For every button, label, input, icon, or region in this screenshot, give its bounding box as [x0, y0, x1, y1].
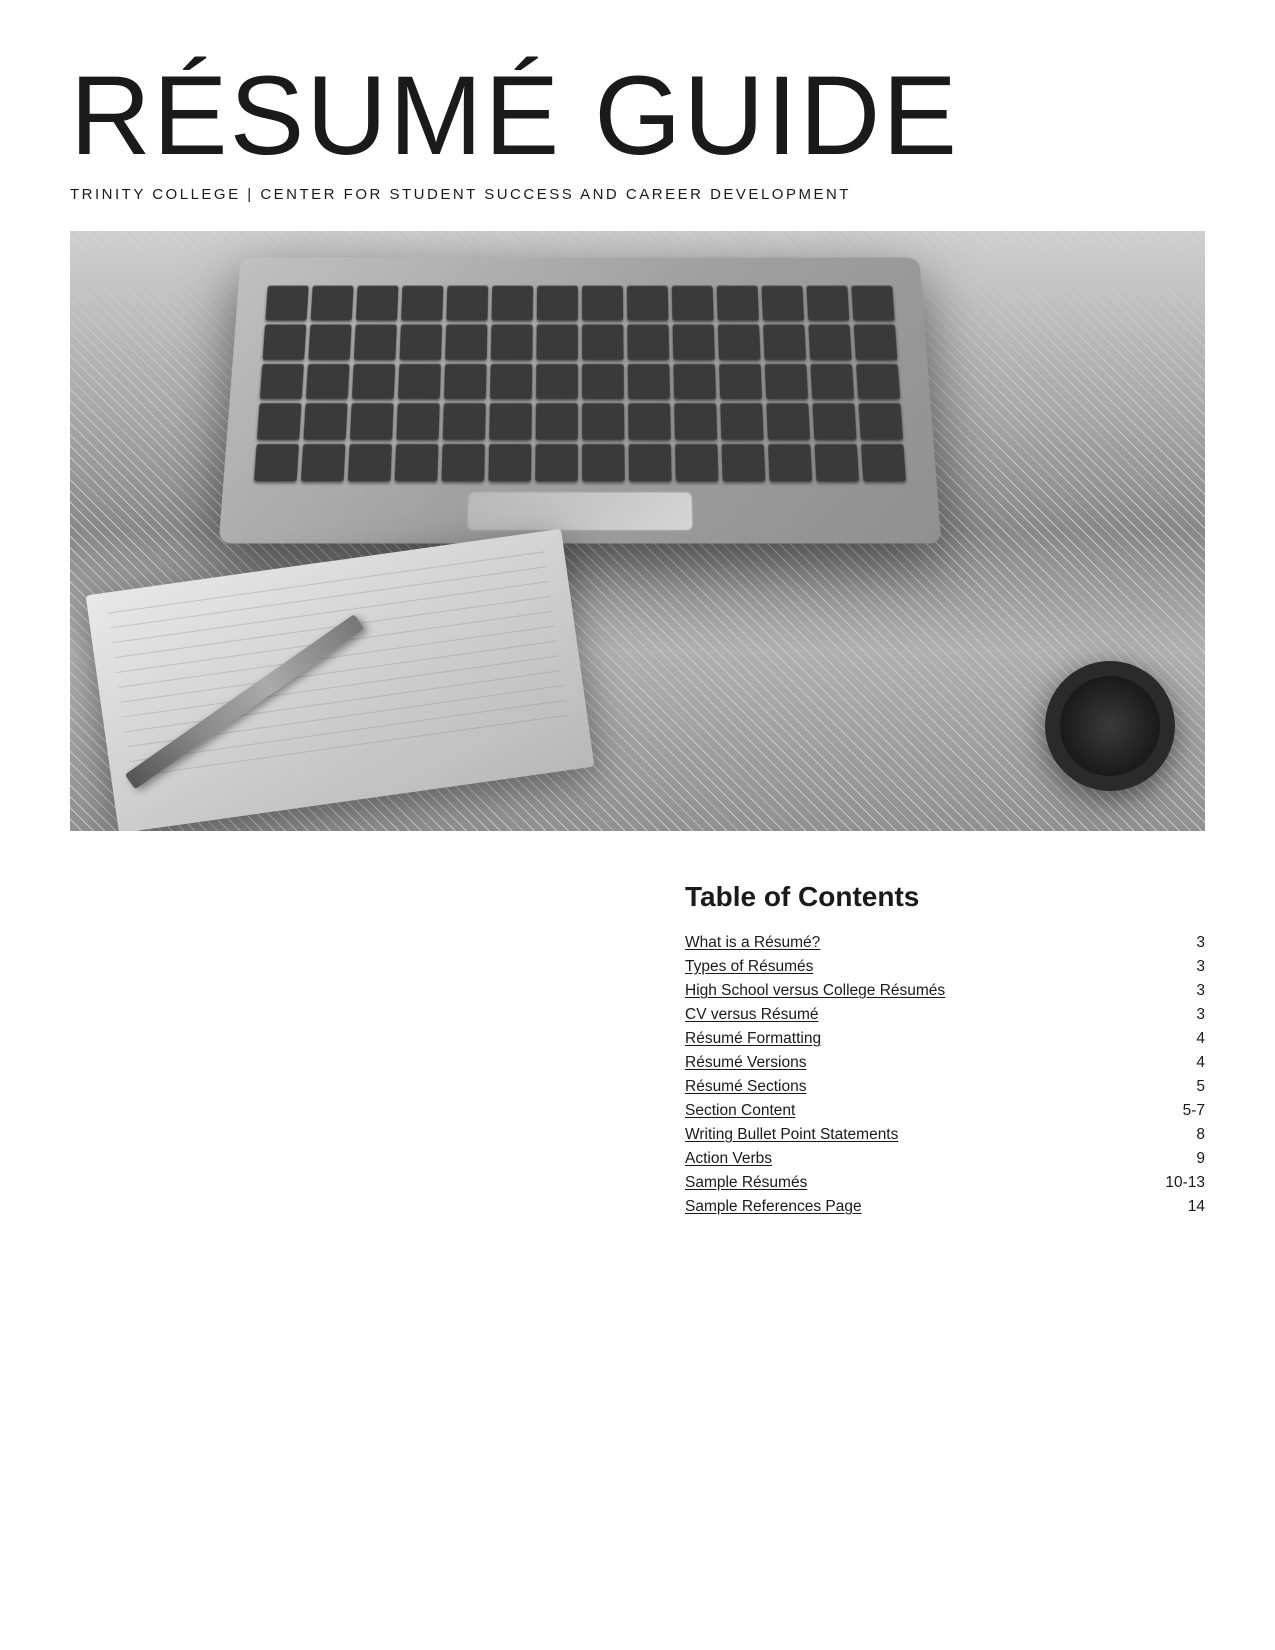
toc-page-number: 5-7: [1155, 1102, 1205, 1120]
toc-row: Types of Résumés3: [685, 955, 1205, 979]
notebook-lines: [108, 551, 572, 810]
toc-link[interactable]: Sample References Page: [685, 1198, 1155, 1216]
toc-page-number: 10-13: [1155, 1174, 1205, 1192]
toc-link[interactable]: Sample Résumés: [685, 1174, 1155, 1192]
toc-page-number: 9: [1155, 1150, 1205, 1168]
main-title: RÉSUMÉ GUIDE: [70, 60, 1205, 172]
laptop: [219, 258, 942, 544]
toc-link[interactable]: Résumé Versions: [685, 1054, 1155, 1072]
notebook: [86, 529, 595, 831]
toc-link[interactable]: What is a Résumé?: [685, 934, 1155, 952]
toc-table: What is a Résumé?3Types of Résumés3High …: [685, 931, 1205, 1219]
toc-row: Section Content5-7: [685, 1099, 1205, 1123]
toc-row: Sample References Page14: [685, 1195, 1205, 1219]
toc-row: What is a Résumé?3: [685, 931, 1205, 955]
toc-page-number: 5: [1155, 1078, 1205, 1096]
toc-link[interactable]: Action Verbs: [685, 1150, 1155, 1168]
toc-page-number: 3: [1155, 982, 1205, 1000]
toc-row: CV versus Résumé3: [685, 1003, 1205, 1027]
title-section: RÉSUMÉ GUIDE TRINITY COLLEGE | CENTER FO…: [70, 60, 1205, 203]
toc-page-number: 8: [1155, 1126, 1205, 1144]
toc-link[interactable]: Writing Bullet Point Statements: [685, 1126, 1155, 1144]
toc-heading: Table of Contents: [685, 881, 1205, 913]
toc-row: High School versus College Résumés3: [685, 979, 1205, 1003]
page: RÉSUMÉ GUIDE TRINITY COLLEGE | CENTER FO…: [0, 0, 1275, 1650]
subtitle: TRINITY COLLEGE | CENTER FOR STUDENT SUC…: [70, 186, 1205, 203]
toc-container: Table of Contents What is a Résumé?3Type…: [685, 881, 1205, 1219]
toc-link[interactable]: Section Content: [685, 1102, 1155, 1120]
toc-link[interactable]: CV versus Résumé: [685, 1006, 1155, 1024]
toc-row: Résumé Sections5: [685, 1075, 1205, 1099]
toc-link[interactable]: Résumé Sections: [685, 1078, 1155, 1096]
trackpad: [467, 492, 694, 531]
toc-page-number: 14: [1155, 1198, 1205, 1216]
hero-image: [70, 231, 1205, 831]
toc-row: Writing Bullet Point Statements8: [685, 1123, 1205, 1147]
toc-row: Sample Résumés10-13: [685, 1171, 1205, 1195]
bottom-section: Table of Contents What is a Résumé?3Type…: [70, 881, 1205, 1219]
toc-page-number: 3: [1155, 934, 1205, 952]
toc-row: Résumé Versions4: [685, 1051, 1205, 1075]
toc-page-number: 3: [1155, 958, 1205, 976]
coffee-surface: [1060, 676, 1160, 776]
coffee-cup: [1045, 661, 1175, 791]
toc-page-number: 4: [1155, 1054, 1205, 1072]
toc-link[interactable]: High School versus College Résumés: [685, 982, 1155, 1000]
keyboard-grid: [254, 286, 906, 482]
toc-link[interactable]: Types of Résumés: [685, 958, 1155, 976]
toc-page-number: 3: [1155, 1006, 1205, 1024]
toc-page-number: 4: [1155, 1030, 1205, 1048]
toc-row: Résumé Formatting4: [685, 1027, 1205, 1051]
toc-row: Action Verbs9: [685, 1147, 1205, 1171]
toc-link[interactable]: Résumé Formatting: [685, 1030, 1155, 1048]
